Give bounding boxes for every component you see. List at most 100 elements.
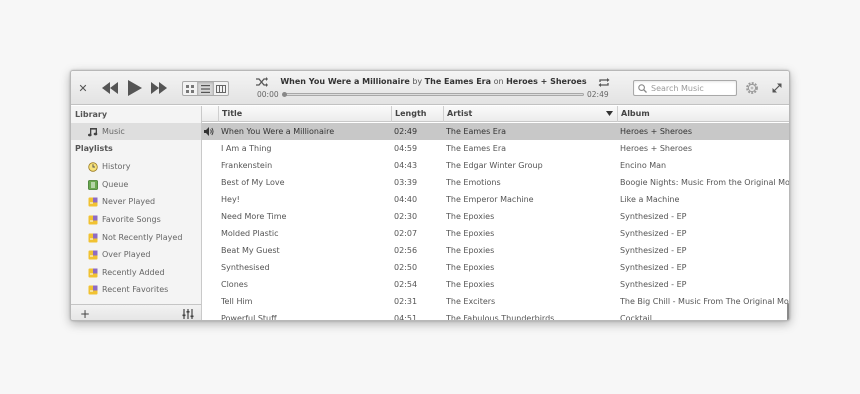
close-icon: ✕ (78, 81, 88, 95)
cell-length: 04:51 (394, 314, 418, 321)
previous-icon (102, 82, 118, 94)
now-playing-album: Heroes + Sheroes (506, 77, 587, 86)
table-row[interactable]: Need More Time 02:30 The Epoxies Synthesize… (202, 208, 789, 225)
sidebar-item-label: Recent Favorites (102, 285, 169, 294)
playlists-heading: Playlists (75, 144, 113, 153)
sidebar-footer: + (71, 304, 202, 320)
now-playing-by: by (412, 77, 423, 86)
cell-length: 02:31 (394, 297, 418, 306)
column-view-button[interactable] (214, 82, 228, 95)
sidebar-item-recent-favorites[interactable]: Recent Favorites (71, 281, 201, 298)
smart-playlist-icon (88, 215, 98, 225)
column-header-album[interactable]: Album (617, 106, 789, 122)
table-row[interactable]: Frankenstein 04:43 The Edgar Winter Group E… (202, 157, 789, 174)
now-playing-title: When You Were a Millionaire (280, 77, 410, 86)
equalizer-button[interactable] (182, 309, 194, 319)
cell-title: When You Were a Millionaire (221, 127, 335, 136)
previous-button[interactable] (102, 80, 118, 96)
search-box (633, 80, 737, 96)
music-note-icon (88, 127, 98, 137)
sidebar-item-label: Music (102, 127, 125, 136)
history-icon (88, 161, 98, 172)
cell-title: Beat My Guest (221, 246, 280, 255)
next-button[interactable] (151, 80, 167, 96)
equalizer-icon (182, 309, 194, 319)
column-header-title[interactable]: Title (218, 106, 391, 122)
sidebar-item-label: Queue (102, 180, 129, 189)
library-heading: Library (75, 110, 108, 119)
scrollbar[interactable] (787, 303, 789, 320)
close-button[interactable]: ✕ (77, 80, 89, 96)
now-playing-on: on (493, 77, 504, 86)
sidebar-item-label: History (102, 162, 131, 171)
seek-handle[interactable] (282, 92, 287, 97)
cell-album: Synthesized - EP (620, 280, 687, 289)
sidebar-item-not-recently-played[interactable]: Not Recently Played (71, 229, 201, 246)
cell-album: Synthesized - EP (620, 212, 687, 221)
fullscreen-button[interactable] (771, 82, 783, 94)
speaker-icon (204, 127, 214, 136)
grid-view-button[interactable] (183, 82, 199, 95)
table-row[interactable]: I Am a Thing 04:59 The Eames Era Heroes + S… (202, 140, 789, 157)
search-icon (638, 83, 647, 93)
track-list-header: Title Length Artist Album (202, 106, 789, 122)
cell-artist: The Epoxies (446, 229, 495, 238)
play-button[interactable] (126, 78, 144, 98)
shuffle-button[interactable] (256, 77, 268, 87)
table-row[interactable]: Powerful Stuff 04:51 The Fabulous Thunderb… (202, 310, 789, 321)
cell-length: 04:40 (394, 195, 418, 204)
repeat-button[interactable] (598, 77, 610, 87)
sidebar-item-music[interactable]: Music (71, 123, 201, 140)
sidebar-item-never-played[interactable]: Never Played (71, 193, 201, 210)
cell-artist: The Emperor Machine (446, 195, 534, 204)
table-row[interactable]: Tell Him 02:31 The Exciters The Big Chill -… (202, 293, 789, 310)
cell-title: Powerful Stuff (221, 314, 277, 321)
table-row[interactable]: Hey! 04:40 The Emperor Machine Like a Machi… (202, 191, 789, 208)
cell-album: Encino Man (620, 161, 667, 170)
cell-album: Heroes + Sheroes (620, 127, 692, 136)
settings-button[interactable] (744, 80, 760, 96)
smart-playlist-icon (88, 285, 98, 295)
cell-album: Boogie Nights: Music From the Original M… (620, 178, 790, 187)
column-view-icon (215, 84, 226, 93)
add-playlist-button[interactable]: + (80, 307, 90, 320)
sidebar-item-recently-added[interactable]: Recently Added (71, 264, 201, 281)
time-elapsed: 00:00 (257, 90, 279, 99)
search-input[interactable] (651, 83, 733, 93)
cell-length: 02:56 (394, 246, 418, 255)
table-row[interactable]: Best of My Love 03:39 The Emotions Boogie N… (202, 174, 790, 191)
table-row[interactable]: Synthesised 02:50 The Epoxies Synthesized -… (202, 259, 789, 276)
column-header-status[interactable] (202, 106, 218, 122)
cell-album: Synthesized - EP (620, 246, 687, 255)
column-header-length[interactable]: Length (391, 106, 443, 122)
sidebar-item-over-played[interactable]: Over Played (71, 246, 201, 263)
sidebar-item-history[interactable]: History (71, 158, 201, 175)
now-playing-info: When You Were a Millionaire by The Eames… (271, 77, 596, 88)
sidebar-item-label: Never Played (102, 197, 156, 206)
cell-album: Like a Machine (620, 195, 680, 204)
cell-title: Best of My Love (221, 178, 285, 187)
table-row[interactable]: Beat My Guest 02:56 The Epoxies Synthesized… (202, 242, 789, 259)
sidebar-item-favorite-songs[interactable]: Favorite Songs (71, 211, 201, 228)
cell-length: 04:59 (394, 144, 418, 153)
cell-length: 02:07 (394, 229, 418, 238)
table-row[interactable]: When You Were a Millionaire 02:49 The Eame… (202, 123, 789, 140)
smart-playlist-icon (88, 233, 98, 243)
sidebar-item-label: Favorite Songs (102, 215, 161, 224)
play-icon (128, 80, 142, 96)
seek-bar[interactable] (282, 92, 584, 97)
sidebar-item-label: Recently Added (102, 268, 165, 277)
cell-length: 02:54 (394, 280, 418, 289)
track-list: Title Length Artist Album When You Were … (202, 106, 790, 321)
column-header-artist[interactable]: Artist (443, 106, 617, 122)
now-playing-artist: The Eames Era (424, 77, 492, 86)
sort-descending-icon (606, 111, 613, 116)
cell-length: 02:30 (394, 212, 418, 221)
sidebar-item-queue[interactable]: Queue (71, 176, 201, 193)
table-row[interactable]: Clones 02:54 The Epoxies Synthesized - EP (202, 276, 789, 293)
fullscreen-icon (772, 83, 782, 93)
table-row[interactable]: Molded Plastic 02:07 The Epoxies Synthesize… (202, 225, 789, 242)
cell-artist: The Emotions (446, 178, 501, 187)
repeat-icon (598, 77, 610, 87)
list-view-button[interactable] (198, 82, 214, 95)
